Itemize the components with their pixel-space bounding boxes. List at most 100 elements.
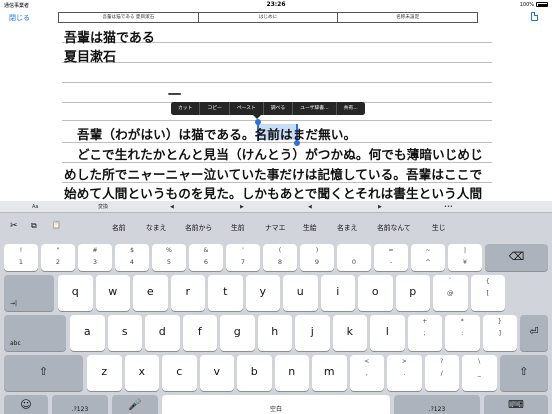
key-f[interactable]: f bbox=[182, 315, 217, 351]
key-w[interactable]: w bbox=[95, 275, 130, 311]
clipboard-icon[interactable]: 📋 bbox=[52, 221, 61, 229]
key-6[interactable]: & 6 bbox=[189, 244, 223, 271]
cursor-left-button[interactable]: ◀ bbox=[170, 201, 174, 213]
key-8[interactable]: (8 bbox=[263, 244, 297, 271]
key-n[interactable]: n bbox=[274, 355, 309, 391]
menu-copy[interactable]: コピー bbox=[200, 102, 230, 115]
battery-percent: 100% bbox=[519, 2, 534, 8]
key-l[interactable]: l bbox=[370, 315, 405, 351]
copy-icon[interactable]: ⧉ bbox=[31, 221, 37, 231]
candidate-item[interactable]: 名前から bbox=[185, 222, 212, 232]
key-c[interactable]: c bbox=[162, 355, 197, 391]
key-g[interactable]: g bbox=[220, 315, 255, 351]
menu-cut[interactable]: カット bbox=[171, 102, 201, 115]
key-9-alt-label: ) bbox=[315, 247, 319, 254]
key-11[interactable]: = - bbox=[374, 244, 408, 271]
key-a[interactable]: a bbox=[70, 315, 105, 351]
key-punct-1-alt-label: > bbox=[401, 358, 407, 365]
key-h[interactable]: h bbox=[257, 315, 292, 351]
key-v[interactable]: v bbox=[199, 355, 234, 391]
key-i-label: i bbox=[336, 285, 340, 298]
return-key[interactable]: ⏎ bbox=[520, 315, 548, 351]
key-4[interactable]: $4 bbox=[115, 244, 149, 271]
key-x[interactable]: x bbox=[124, 355, 159, 391]
candidate-item[interactable]: なまえ bbox=[146, 222, 166, 232]
candidate-item[interactable]: 生前 bbox=[231, 222, 245, 232]
key-j[interactable]: j bbox=[295, 315, 330, 351]
numbers-key-right[interactable]: .?123 bbox=[394, 395, 480, 414]
key-11-alt-label: = bbox=[388, 247, 394, 254]
key-sym-2[interactable]: }] bbox=[482, 315, 517, 351]
key-d[interactable]: d bbox=[145, 315, 180, 351]
key-e[interactable]: e bbox=[133, 275, 168, 311]
candidate-item[interactable]: ナマエ bbox=[265, 222, 285, 232]
more-button[interactable]: ••• bbox=[444, 201, 453, 213]
key-sym-0[interactable]: +; bbox=[407, 315, 442, 351]
key-o[interactable]: o bbox=[358, 275, 393, 311]
key-z[interactable]: z bbox=[87, 355, 122, 391]
space-bar[interactable]: 空白 bbox=[162, 395, 390, 414]
document-editor[interactable]: 吾輩は猫である 夏目漱石 一 吾輩（わがはい）は猫である。名前はまだ無い。 どこ… bbox=[0, 24, 552, 200]
key-r[interactable]: r bbox=[170, 275, 205, 311]
key-m[interactable]: m bbox=[312, 355, 347, 391]
key-u-label: u bbox=[296, 285, 304, 298]
tab-untitled[interactable]: 名称未設定 bbox=[338, 13, 477, 22]
key-3[interactable]: #3 bbox=[78, 244, 112, 271]
candidate-item[interactable]: 生絵 bbox=[303, 222, 317, 232]
convert-button[interactable]: 変換 bbox=[98, 201, 108, 213]
key-punct-1[interactable]: >. bbox=[387, 355, 422, 391]
left-shift-key[interactable]: ⇧ bbox=[4, 355, 83, 391]
key-extra-0[interactable]: ` @ bbox=[433, 275, 468, 311]
segment-left-button[interactable]: ◀ bbox=[308, 201, 312, 213]
key-13[interactable]: | ¥ bbox=[448, 244, 482, 271]
key-extra-1[interactable]: {[ bbox=[470, 275, 505, 311]
segment-right-button[interactable]: ▶ bbox=[378, 201, 382, 213]
keyboard-toolbar: Aa 変換 ◀ ▶ ◀ ▶ ••• bbox=[0, 201, 552, 213]
close-button[interactable]: 閉じる bbox=[9, 13, 30, 23]
right-shift-key[interactable]: ⇧ bbox=[499, 355, 548, 391]
key-7[interactable]: ' 7 bbox=[226, 244, 260, 271]
key-sym-1[interactable]: *: bbox=[445, 315, 480, 351]
emoji-key[interactable]: ☺ bbox=[4, 395, 48, 414]
key-s[interactable]: s bbox=[107, 315, 142, 351]
key-t[interactable]: t bbox=[208, 275, 243, 311]
key-p[interactable]: p bbox=[395, 275, 430, 311]
candidate-item[interactable]: 名まえ bbox=[337, 222, 357, 232]
dictation-key[interactable]: 🎤 bbox=[112, 395, 158, 414]
key-r-label: r bbox=[185, 285, 191, 298]
key-i[interactable]: i bbox=[320, 275, 355, 311]
hide-keyboard-key[interactable]: ⌨ bbox=[484, 395, 548, 414]
menu-share[interactable]: 共有... bbox=[337, 102, 365, 115]
candidate-item[interactable]: 生じ bbox=[432, 222, 446, 232]
key-1[interactable]: ! 1 bbox=[4, 244, 38, 271]
key-12[interactable]: ~ ^ bbox=[411, 244, 445, 271]
candidate-item[interactable]: 名前 bbox=[112, 222, 126, 232]
key-10[interactable]: 0 bbox=[337, 244, 371, 271]
key-punct-0[interactable]: <, bbox=[349, 355, 384, 391]
key-q[interactable]: q bbox=[58, 275, 93, 311]
candidate-item[interactable]: 名前なんて bbox=[377, 222, 411, 232]
scissors-icon[interactable]: ✂ bbox=[10, 221, 18, 231]
key-9[interactable]: ) 9 bbox=[300, 244, 334, 271]
tab-main-text[interactable]: 吾輩は猫である 夏目漱石 bbox=[59, 13, 199, 22]
tab-key[interactable]: →| bbox=[4, 275, 54, 311]
key-u[interactable]: u bbox=[283, 275, 318, 311]
tab-introduction[interactable]: はじめに bbox=[199, 13, 339, 22]
numbers-key-left[interactable]: .?123 bbox=[52, 395, 108, 414]
key-5[interactable]: % 5 bbox=[152, 244, 186, 271]
delete-key[interactable]: ⌫ bbox=[485, 244, 548, 271]
key-2[interactable]: " 2 bbox=[41, 244, 75, 271]
document-icon[interactable] bbox=[531, 12, 538, 21]
abc-key[interactable]: abc bbox=[4, 315, 66, 351]
key-k[interactable]: k bbox=[332, 315, 367, 351]
key-y[interactable]: y bbox=[245, 275, 280, 311]
cursor-right-button[interactable]: ▶ bbox=[240, 201, 244, 213]
menu-lookup[interactable]: 調べる bbox=[264, 102, 294, 115]
font-size-button[interactable]: Aa bbox=[32, 201, 38, 213]
menu-user-dictionary[interactable]: ユーザ辞書... bbox=[293, 102, 337, 115]
key-e-label: e bbox=[146, 285, 154, 298]
key-punct-2[interactable]: ? / bbox=[424, 355, 459, 391]
menu-paste[interactable]: ペースト bbox=[230, 102, 264, 115]
key-b[interactable]: b bbox=[237, 355, 272, 391]
key-punct-3[interactable]: \ _ bbox=[462, 355, 497, 391]
